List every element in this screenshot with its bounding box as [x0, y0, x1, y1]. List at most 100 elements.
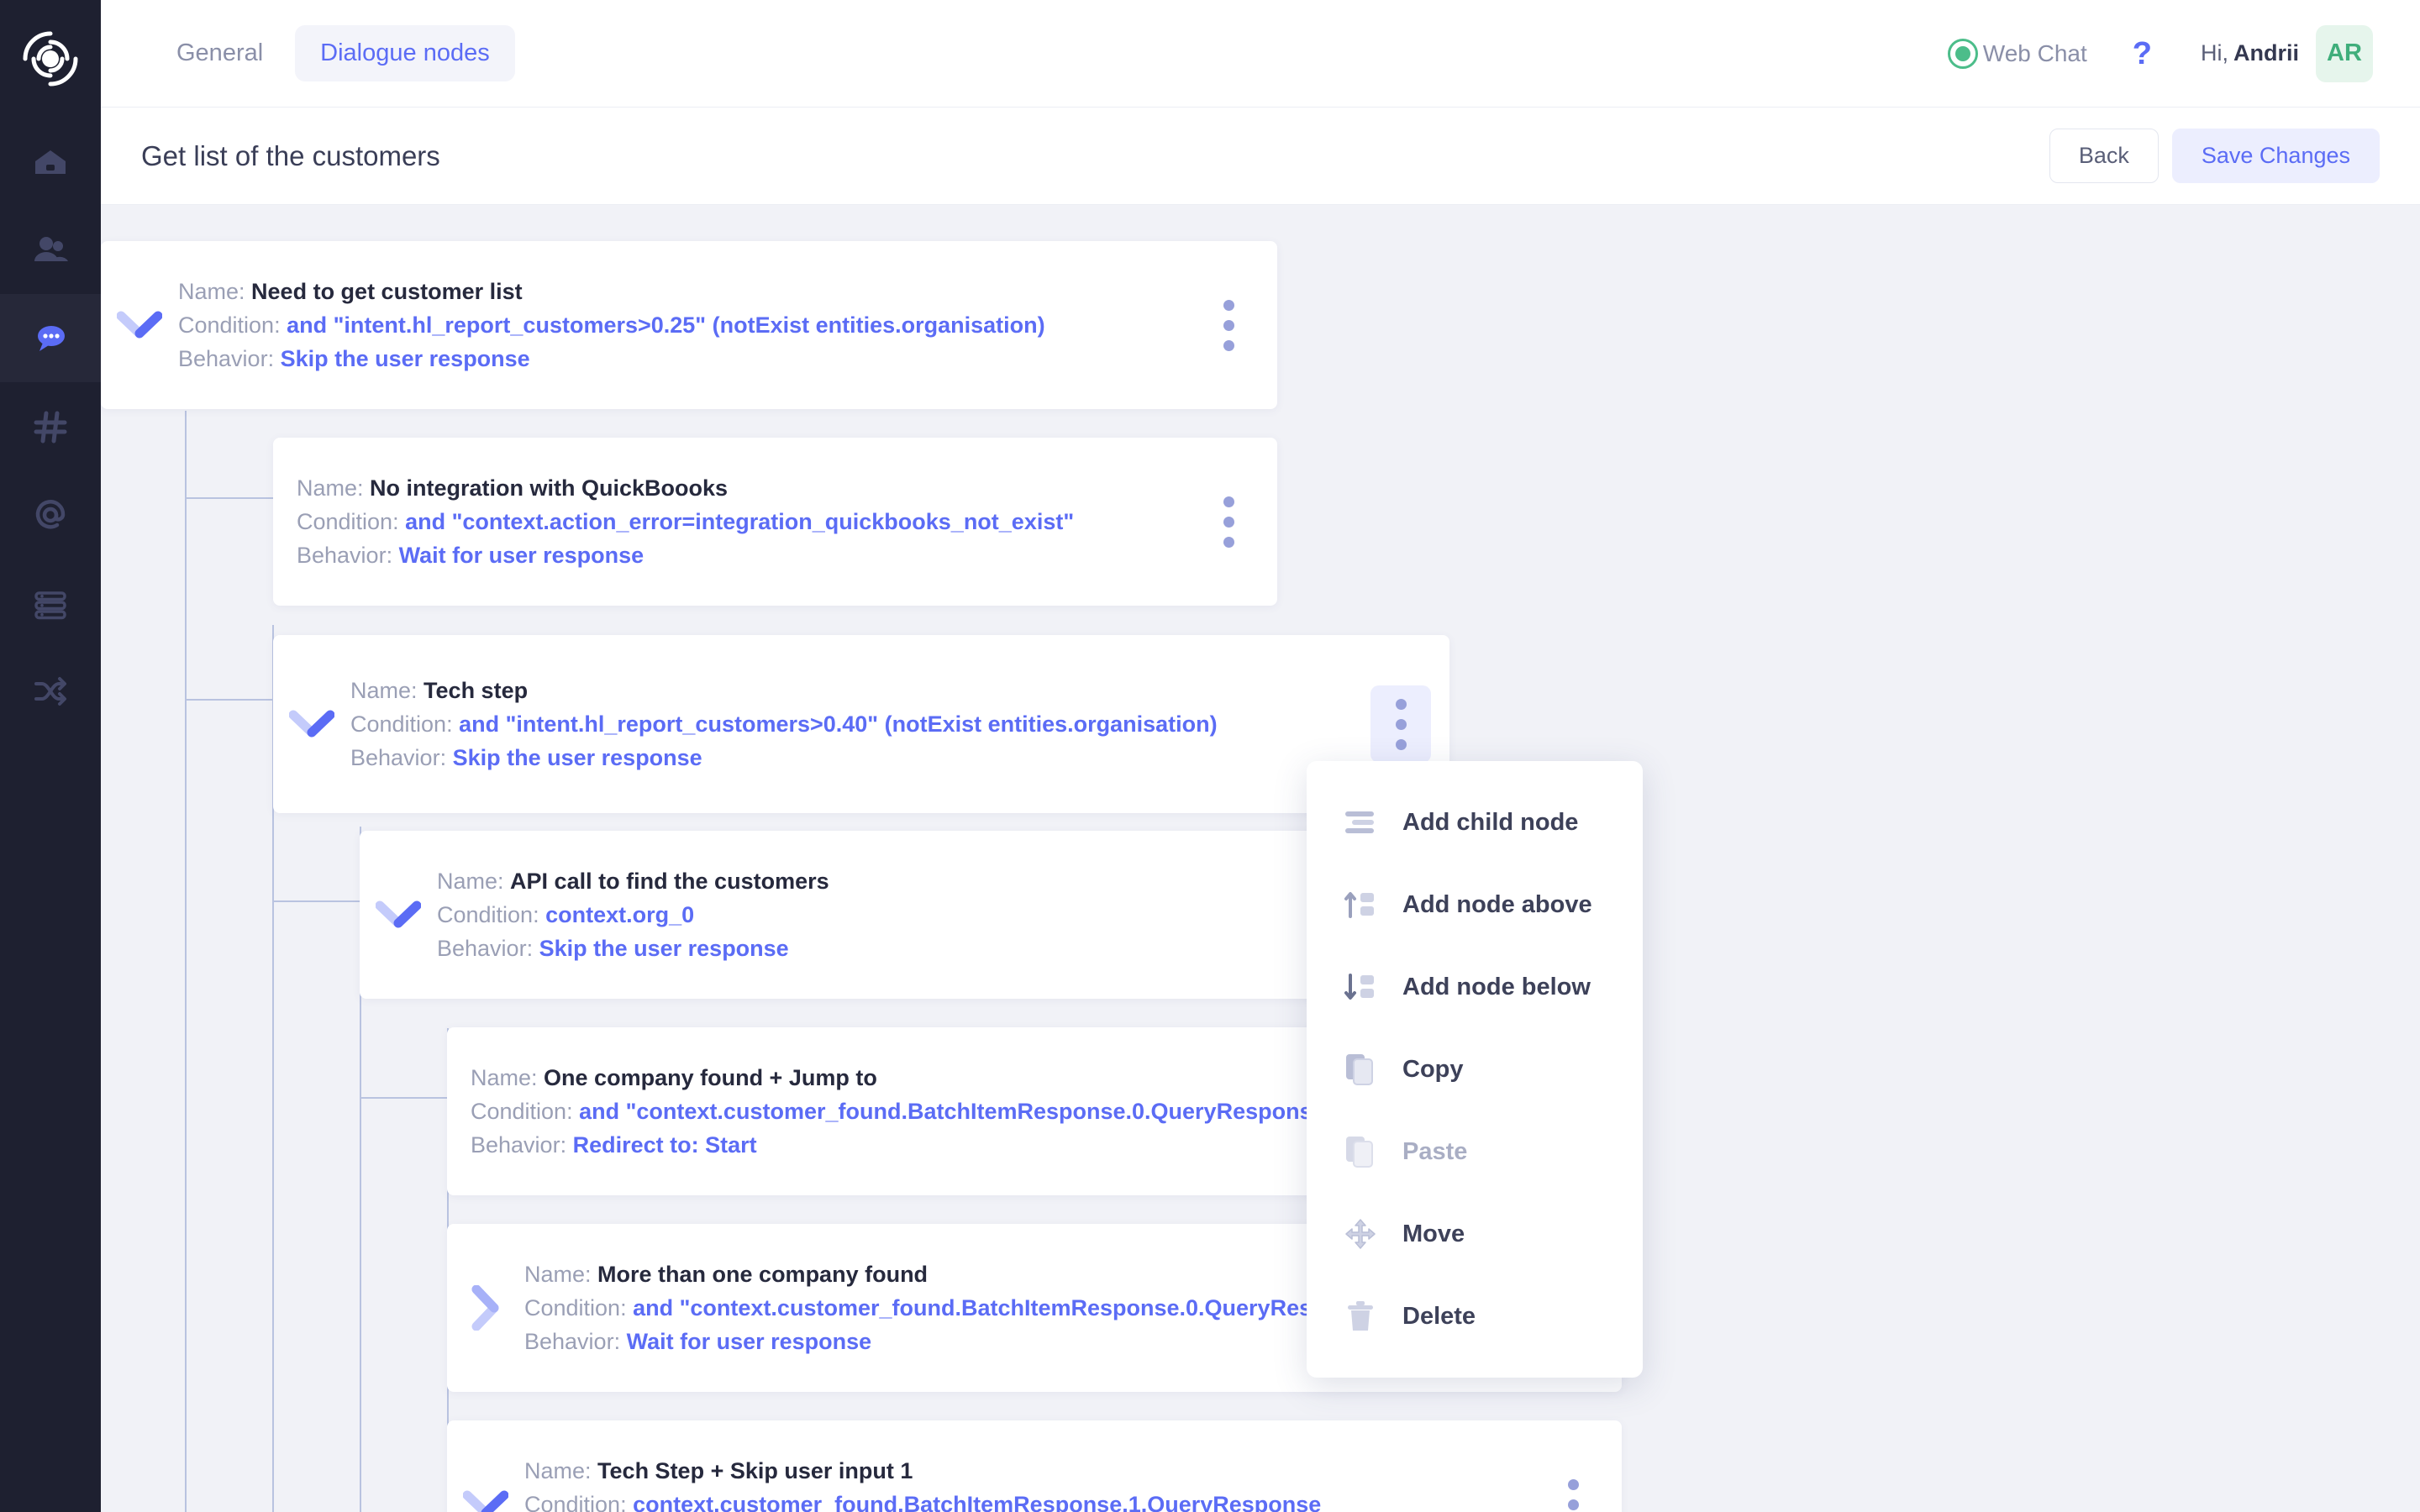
- dialogue-tree-canvas[interactable]: Name: Need to get customer list Conditio…: [101, 205, 2420, 1512]
- tree-branch: [185, 497, 273, 499]
- save-changes-button[interactable]: Save Changes: [2171, 129, 2380, 183]
- status-online-icon: [1947, 38, 1978, 69]
- node-details: Name: No integration with QuickBoooks Co…: [297, 455, 1198, 589]
- chevron-down-icon: [463, 1490, 508, 1512]
- node-expand-toggle[interactable]: [447, 1488, 524, 1512]
- app-logo[interactable]: [0, 0, 101, 118]
- name-label: Name:: [437, 868, 504, 894]
- menu-item-label: Add node below: [1402, 973, 1591, 1000]
- move-icon: [1342, 1217, 1379, 1251]
- name-label: Name:: [524, 1457, 592, 1483]
- behavior-label: Behavior:: [297, 542, 393, 568]
- condition-label: Condition:: [178, 312, 281, 338]
- node-behavior: Skip the user response: [280, 345, 530, 371]
- sidebar-item-users[interactable]: [0, 206, 101, 294]
- chevron-right-icon: [471, 1285, 499, 1331]
- home-icon: [31, 143, 70, 181]
- sidebar-item-home[interactable]: [0, 118, 101, 206]
- tree-branch: [185, 699, 273, 701]
- sidebar-item-mentions[interactable]: [0, 470, 101, 559]
- node-condition-row: Condition: and "context.customer_found.B…: [471, 1100, 1445, 1123]
- sidebar-item-data[interactable]: [0, 559, 101, 647]
- sidebar-item-dialogues[interactable]: [0, 294, 101, 382]
- menu-item-label: Paste: [1402, 1137, 1468, 1165]
- node-name: One company found + Jump to: [544, 1064, 877, 1090]
- users-icon: [31, 231, 70, 270]
- back-button[interactable]: Back: [2049, 129, 2159, 183]
- greeting-text: Hi,: [2201, 40, 2228, 66]
- condition-label: Condition:: [524, 1294, 627, 1320]
- channel-selector[interactable]: Web Chat: [1947, 38, 2087, 69]
- condition-label: Condition:: [350, 711, 453, 737]
- name-label: Name:: [471, 1064, 538, 1090]
- dialogue-node-card[interactable]: Name: API call to find the customers Con…: [360, 831, 1445, 999]
- sidebar-item-integrations[interactable]: [0, 647, 101, 735]
- name-label: Name:: [178, 278, 245, 304]
- dialogue-node-card[interactable]: Name: No integration with QuickBoooks Co…: [273, 438, 1277, 606]
- node-context-menu: Add child node Add node above Add node b…: [1307, 761, 1643, 1378]
- name-label: Name:: [297, 475, 364, 501]
- node-behavior: Redirect to: Start: [572, 1131, 757, 1158]
- dialogue-node-card[interactable]: Name: Tech step Condition: and "intent.h…: [273, 635, 1449, 813]
- node-expand-toggle[interactable]: [101, 309, 178, 341]
- behavior-label: Behavior:: [524, 1328, 621, 1354]
- tab-general[interactable]: General: [151, 25, 288, 81]
- node-behavior-row: Behavior: Skip the user response: [178, 345, 1198, 371]
- chat-icon: [31, 319, 70, 358]
- dialogue-node-card[interactable]: Name: One company found + Jump to Condit…: [447, 1027, 1445, 1195]
- node-condition: and "context.action_error=integration_qu…: [405, 508, 1075, 534]
- database-icon: [31, 584, 70, 622]
- menu-item-add-node-above[interactable]: Add node above: [1307, 864, 1643, 946]
- menu-item-label: Move: [1402, 1220, 1465, 1247]
- at-sign-icon: [31, 496, 70, 534]
- node-menu-button[interactable]: [1198, 483, 1259, 560]
- menu-item-copy[interactable]: Copy: [1307, 1028, 1643, 1110]
- top-bar: General Dialogue nodes Web Chat ? Hi, And…: [101, 0, 2420, 108]
- tree-branch: [272, 900, 360, 902]
- sidebar-item-settings[interactable]: [0, 382, 101, 470]
- node-name: No integration with QuickBoooks: [370, 475, 729, 501]
- node-behavior-row: Behavior: Redirect to: Start: [471, 1131, 1445, 1158]
- tab-dialogue-nodes[interactable]: Dialogue nodes: [295, 25, 515, 81]
- paste-icon: [1342, 1135, 1379, 1168]
- node-condition-row: Condition: and "intent.hl_report_custome…: [350, 711, 1370, 737]
- dialogue-node-card[interactable]: Name: Tech Step + Skip user input 1 Cond…: [447, 1420, 1622, 1512]
- page-header: Get list of the customers Back Save Chan…: [101, 108, 2420, 205]
- behavior-label: Behavior:: [437, 935, 534, 961]
- node-condition-row: Condition: and "intent.hl_report_custome…: [178, 312, 1198, 338]
- menu-item-label: Copy: [1402, 1055, 1464, 1083]
- dialogue-tree: Name: Need to get customer list Conditio…: [101, 205, 2420, 1512]
- node-menu-button-active[interactable]: [1370, 685, 1431, 763]
- node-behavior-row: Behavior: Skip the user response: [437, 937, 1366, 960]
- node-condition: and "intent.hl_report_customers>0.40" (n…: [459, 711, 1218, 737]
- menu-item-paste[interactable]: Paste: [1307, 1110, 1643, 1193]
- node-details: Name: API call to find the customers Con…: [437, 848, 1366, 982]
- trash-icon: [1342, 1299, 1379, 1333]
- avatar[interactable]: AR: [2316, 24, 2373, 82]
- behavior-label: Behavior:: [471, 1131, 567, 1158]
- node-details: Name: Need to get customer list Conditio…: [178, 259, 1198, 392]
- menu-item-add-node-below[interactable]: Add node below: [1307, 946, 1643, 1028]
- node-expand-toggle[interactable]: [360, 899, 437, 931]
- dialogue-node-card[interactable]: Name: Need to get customer list Conditio…: [101, 241, 1277, 409]
- condition-label: Condition:: [437, 901, 539, 927]
- node-name-row: Name: One company found + Jump to: [471, 1064, 1445, 1090]
- node-expand-toggle[interactable]: [273, 708, 350, 740]
- menu-item-add-child-node[interactable]: Add child node: [1307, 781, 1643, 864]
- help-icon[interactable]: ?: [2133, 38, 2152, 70]
- node-name-row: Name: Tech Step + Skip user input 1: [524, 1457, 1543, 1483]
- page-header-actions: Back Save Changes: [2049, 129, 2380, 183]
- left-rail: [0, 0, 101, 1512]
- node-expand-toggle[interactable]: [447, 1285, 524, 1331]
- tree-branch: [360, 1097, 448, 1099]
- behavior-label: Behavior:: [350, 744, 447, 770]
- menu-item-delete[interactable]: Delete: [1307, 1275, 1643, 1357]
- menu-item-label: Delete: [1402, 1302, 1476, 1330]
- top-bar-right: Web Chat ? Hi, Andrii AR: [1947, 24, 2373, 82]
- node-menu-button[interactable]: [1543, 1466, 1603, 1512]
- add-child-node-icon: [1342, 808, 1379, 837]
- chevron-down-icon: [289, 710, 334, 738]
- menu-item-move[interactable]: Move: [1307, 1193, 1643, 1275]
- node-menu-button[interactable]: [1198, 286, 1259, 364]
- add-node-above-icon: [1342, 890, 1379, 920]
